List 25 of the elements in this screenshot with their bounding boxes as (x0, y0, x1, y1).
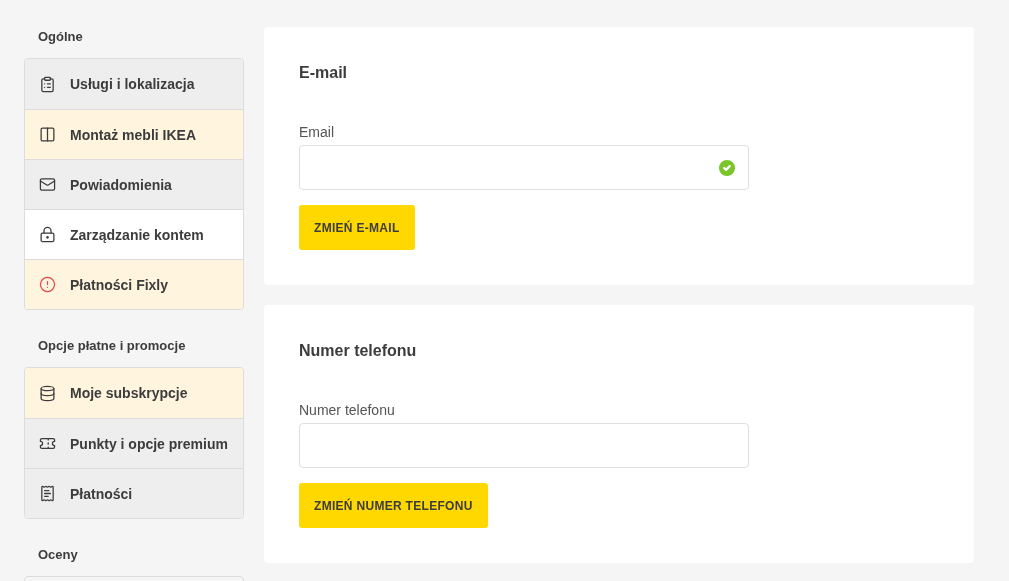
item-label: Płatności Fixly (70, 276, 169, 293)
sidebar-item[interactable]: Płatności (25, 468, 243, 518)
change-button[interactable]: ZMIEŃ E-MAIL (299, 205, 415, 250)
card-title: Numer telefonu (299, 342, 418, 360)
sidebar-item[interactable]: Płatności Fixly (25, 259, 243, 309)
sidebar-item[interactable]: Zarządzanie kontem (25, 209, 243, 259)
item-label: Zarządzanie kontem (70, 226, 204, 243)
item-label: Usługi i lokalizacja (70, 76, 195, 92)
item-label: Punkty i opcje premium (70, 435, 228, 452)
card-title: E-mail (299, 64, 348, 82)
field-label: Numer telefonu (299, 402, 396, 418)
sidebar-item[interactable]: Montaż mebli IKEA (25, 109, 243, 159)
item-label: Moje subskrypcje (70, 385, 188, 401)
section-heading: Ogólne (37, 28, 84, 46)
change-button[interactable]: ZMIEŃ NUMER TELEFONU (299, 483, 488, 528)
sidebar-item[interactable]: Punkty i opcje premium (25, 418, 243, 468)
item-label: Montaż mebli IKEA (70, 126, 196, 143)
sidebar-item[interactable]: Powiadomienia (25, 159, 243, 209)
sidebar-item[interactable]: Usługi i lokalizacja (25, 59, 243, 109)
item-label: Płatności (70, 485, 133, 502)
section-heading: Opcje płatne i promocje (37, 337, 187, 355)
field-label: Email (299, 124, 335, 140)
item-label: Powiadomienia (70, 176, 172, 193)
section-heading: Oceny (37, 546, 79, 564)
sidebar-item[interactable]: Moje subskrypcje (25, 368, 243, 418)
